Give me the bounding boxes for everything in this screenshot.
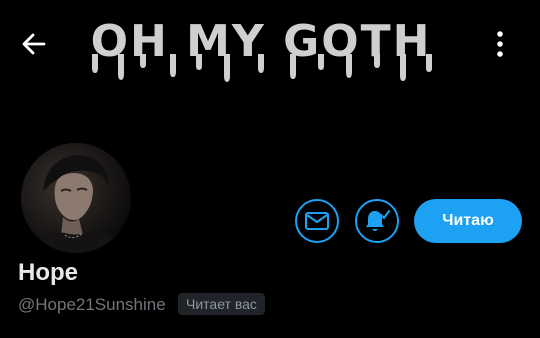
- envelope-icon: [305, 212, 329, 230]
- profile-photo: [21, 143, 131, 253]
- follows-you-badge: Читает вас: [178, 293, 265, 315]
- message-button[interactable]: [295, 199, 339, 243]
- banner-title: OH MY GOTH: [91, 16, 432, 82]
- notifications-button[interactable]: [355, 199, 399, 243]
- back-button[interactable]: [14, 24, 54, 64]
- more-options-button[interactable]: [480, 24, 520, 64]
- display-name: Hope: [18, 259, 78, 286]
- avatar[interactable]: [18, 140, 134, 256]
- profile-banner: OH MY GOTH: [0, 0, 540, 140]
- bell-check-icon: [366, 210, 390, 231]
- arrow-left-icon: [22, 33, 46, 55]
- user-handle: @Hope21Sunshine: [18, 295, 166, 314]
- following-button[interactable]: Читаю: [414, 199, 522, 243]
- more-vertical-icon: [497, 31, 503, 57]
- following-button-label: Читаю: [442, 212, 494, 229]
